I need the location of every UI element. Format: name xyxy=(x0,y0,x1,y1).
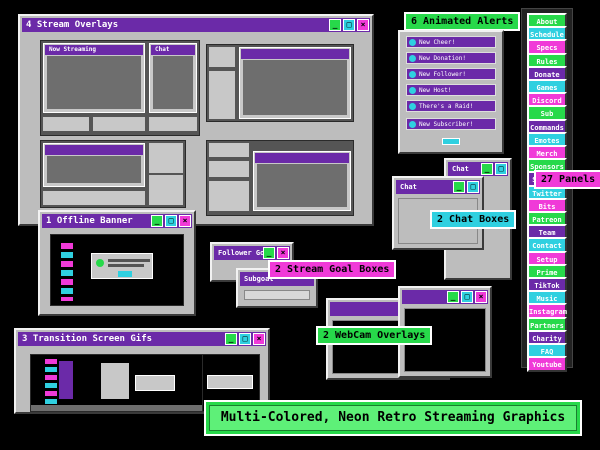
webcam-overlays-label: 2 WebCam Overlays xyxy=(316,326,433,345)
overlay-preview-1: Now Streaming Chat xyxy=(40,40,200,136)
maximize-button[interactable]: □ xyxy=(495,163,507,175)
maximize-button[interactable]: □ xyxy=(343,19,355,31)
chat-boxes-label: 2 Chat Boxes xyxy=(430,210,517,229)
alert-item: New Subscriber! xyxy=(406,118,496,130)
overlay-preview-2 xyxy=(206,44,354,122)
minimize-button[interactable]: _ xyxy=(481,163,493,175)
window-title: 1 Offline Banner xyxy=(46,216,133,226)
title-bar: Follower Goal _ × xyxy=(214,246,290,260)
alert-item: New Follower! xyxy=(406,68,496,80)
overlay-preview-4 xyxy=(206,140,354,216)
minimize-button[interactable]: _ xyxy=(447,291,459,303)
panel-button[interactable]: Youtube xyxy=(527,356,567,373)
minimize-button[interactable]: _ xyxy=(151,215,163,227)
offline-banner-preview xyxy=(50,234,184,306)
offline-banner-window: 1 Offline Banner _ □ × xyxy=(38,210,196,316)
title-bar: 1 Offline Banner _ □ × xyxy=(42,214,192,228)
alert-item: There's a Raid! xyxy=(406,100,496,112)
transition-preview xyxy=(30,354,206,412)
title-bar: 3 Transition Screen Gifs _ □ × xyxy=(18,332,266,346)
window-title: 4 Stream Overlays xyxy=(26,20,119,30)
close-button[interactable]: × xyxy=(253,333,265,345)
close-button[interactable]: × xyxy=(277,247,289,259)
alert-item: New Cheer! xyxy=(406,36,496,48)
panels-label: 27 Panels xyxy=(534,170,600,189)
minimize-button[interactable]: _ xyxy=(225,333,237,345)
minimize-button[interactable]: _ xyxy=(263,247,275,259)
title-bar: Chat _ □ xyxy=(396,180,480,194)
close-button[interactable]: × xyxy=(475,291,487,303)
animated-alerts-window: New Cheer! New Donation! New Follower! N… xyxy=(398,30,504,154)
title-bar: Chat _ □ xyxy=(448,162,508,176)
window-title: 3 Transition Screen Gifs xyxy=(22,334,153,344)
title-bar: 4 Stream Overlays _ □ × xyxy=(22,18,370,32)
stream-goal-boxes-label: 2 Stream Goal Boxes xyxy=(268,260,397,279)
title-bar: _ □ × xyxy=(402,290,488,304)
close-button[interactable]: × xyxy=(179,215,191,227)
alert-ok-button[interactable] xyxy=(442,138,460,145)
alert-item: New Host! xyxy=(406,84,496,96)
maximize-button[interactable]: □ xyxy=(461,291,473,303)
stream-overlays-window: 4 Stream Overlays _ □ × Now Streaming Ch… xyxy=(18,14,374,226)
minimize-button[interactable]: _ xyxy=(329,19,341,31)
maximize-button[interactable]: □ xyxy=(239,333,251,345)
headline-banner: Multi-Colored, Neon Retro Streaming Grap… xyxy=(204,400,582,436)
overlay-preview-3 xyxy=(40,140,186,208)
maximize-button[interactable]: □ xyxy=(165,215,177,227)
close-button[interactable]: × xyxy=(357,19,369,31)
maximize-button[interactable]: □ xyxy=(467,181,479,193)
minimize-button[interactable]: _ xyxy=(453,181,465,193)
animated-alerts-label: 6 Animated Alerts xyxy=(404,12,521,31)
alert-item: New Donation! xyxy=(406,52,496,64)
